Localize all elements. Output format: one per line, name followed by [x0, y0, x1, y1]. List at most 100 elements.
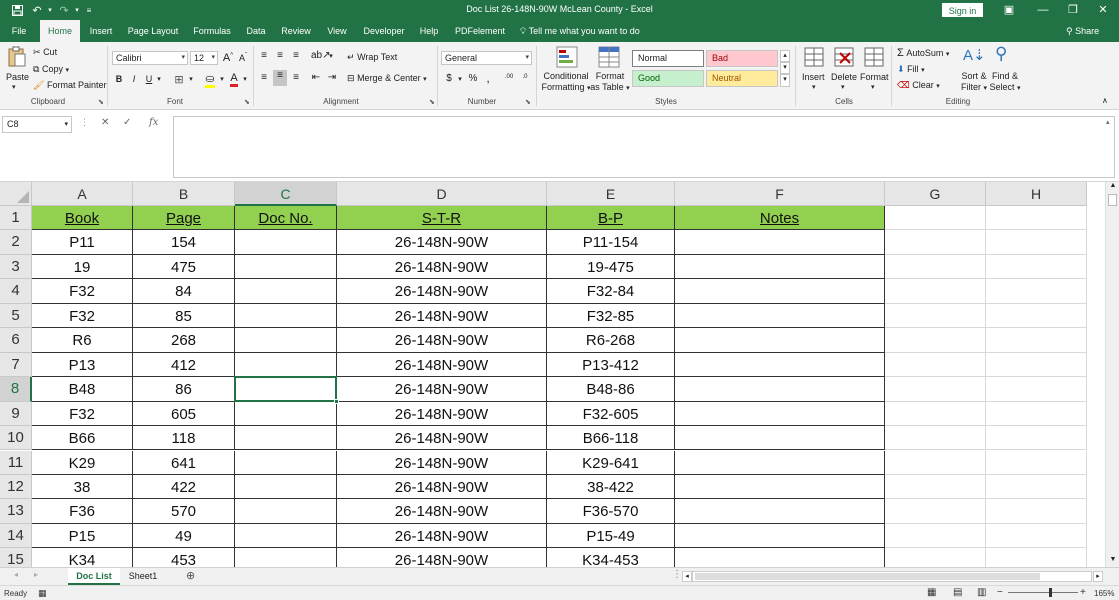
format-as-table-icon[interactable] — [598, 46, 620, 68]
paste-label[interactable]: Paste — [6, 72, 29, 82]
cell-h2[interactable] — [986, 230, 1087, 255]
close-icon[interactable]: ✕ — [1086, 0, 1119, 20]
sign-in-button[interactable]: Sign in — [942, 3, 983, 17]
fill-handle[interactable] — [334, 398, 339, 404]
font-launcher-icon[interactable]: ⬊ — [244, 98, 250, 106]
row-header-4[interactable]: 4 — [0, 279, 32, 304]
tab-insert[interactable]: Insert — [86, 20, 116, 42]
cell-h4[interactable] — [986, 279, 1087, 304]
cell-f2[interactable] — [675, 230, 885, 255]
tab-view[interactable]: View — [322, 20, 352, 42]
page-layout-view-icon[interactable]: ▤ — [953, 587, 962, 598]
insert-function-icon[interactable]: fx — [149, 117, 158, 128]
column-header-d[interactable]: D — [337, 182, 547, 206]
expand-formula-bar-icon[interactable]: ▴ — [1106, 118, 1110, 126]
zoom-slider-thumb[interactable] — [1049, 588, 1052, 597]
cell-b2[interactable]: 154 — [133, 230, 235, 255]
style-good[interactable]: Good — [632, 70, 704, 87]
header-cell-a1[interactable]: Book — [32, 206, 133, 231]
scrollbar-thumb[interactable] — [695, 573, 1040, 580]
cell-d8[interactable]: 26-148N-90W — [337, 377, 547, 402]
customize-quick-access-icon[interactable]: ≡ — [84, 2, 94, 18]
cell-g11[interactable] — [885, 450, 986, 475]
cell-a4[interactable]: F32 — [32, 279, 133, 304]
vertical-scrollbar[interactable]: ▲ ▼ — [1105, 182, 1119, 567]
insert-button[interactable]: Insert — [802, 72, 825, 82]
percent-button[interactable]: % — [467, 73, 479, 84]
cell-d10[interactable]: 26-148N-90W — [337, 426, 547, 451]
collapse-ribbon-icon[interactable]: ∧ — [1102, 96, 1108, 105]
sort-filter-icon[interactable]: A⇣ — [963, 46, 986, 64]
cell-b13[interactable]: 570 — [133, 499, 235, 524]
conditional-formatting-icon[interactable] — [556, 46, 578, 68]
cell-b7[interactable]: 412 — [133, 352, 235, 378]
tab-file[interactable]: File — [6, 20, 32, 42]
cell-c13[interactable] — [235, 499, 337, 524]
cell-c12[interactable] — [235, 474, 337, 500]
cell-b4[interactable]: 84 — [133, 279, 235, 304]
scrollbar-thumb[interactable] — [1108, 194, 1117, 206]
currency-dropdown-icon[interactable]: ▾ — [456, 75, 464, 83]
cell-h7[interactable] — [986, 352, 1087, 378]
cell-d7[interactable]: 26-148N-90W — [337, 352, 547, 378]
decrease-decimal-button[interactable]: .0 — [519, 74, 531, 80]
delete-cells-icon[interactable] — [834, 47, 854, 67]
delete-dropdown-icon[interactable]: ▾ — [841, 83, 845, 91]
select-all-corner[interactable] — [0, 182, 32, 206]
tab-split-icon[interactable]: ⋮ — [672, 569, 682, 580]
align-center-icon[interactable]: ≡ — [273, 70, 287, 86]
find-select-button[interactable]: Find & Select ▾ — [988, 71, 1022, 94]
increase-font-button[interactable]: A^ — [222, 52, 234, 64]
cell-f13[interactable] — [675, 499, 885, 524]
number-launcher-icon[interactable]: ⬊ — [525, 98, 531, 106]
tab-page-layout[interactable]: Page Layout — [124, 20, 182, 42]
previous-sheet-icon[interactable]: ◂ — [14, 570, 18, 579]
cell-a12[interactable]: 38 — [32, 474, 133, 500]
cell-e11[interactable]: K29-641 — [547, 450, 675, 475]
cell-g13[interactable] — [885, 499, 986, 524]
tab-review[interactable]: Review — [278, 20, 314, 42]
row-header-1[interactable]: 1 — [0, 206, 32, 231]
underline-button[interactable]: U — [144, 74, 154, 84]
column-header-g[interactable]: G — [885, 182, 986, 206]
cell-e9[interactable]: F32-605 — [547, 401, 675, 427]
cell-f3[interactable] — [675, 254, 885, 280]
cell-h14[interactable] — [986, 523, 1087, 549]
column-header-e[interactable]: E — [547, 182, 675, 206]
minimize-icon[interactable]: — — [1026, 0, 1060, 20]
cell-f4[interactable] — [675, 279, 885, 304]
cell-a11[interactable]: K29 — [32, 450, 133, 475]
row-header-6[interactable]: 6 — [0, 328, 32, 353]
cell-a15[interactable]: K34 — [32, 548, 133, 567]
styles-scroll-up-icon[interactable]: ▴ — [780, 50, 790, 62]
tab-pdfelement[interactable]: PDFelement — [450, 20, 510, 42]
styles-more-icon[interactable]: ▾ — [780, 74, 790, 87]
undo-dropdown-icon[interactable]: ▾ — [46, 2, 54, 18]
header-cell-d1[interactable]: S-T-R — [337, 206, 547, 231]
column-header-f[interactable]: F — [675, 182, 885, 206]
orientation-dropdown-icon[interactable]: ▾ — [327, 52, 335, 60]
cell-b8[interactable]: 86 — [133, 377, 235, 402]
orientation-icon[interactable]: ab↗ — [311, 50, 331, 61]
cell-h6[interactable] — [986, 328, 1087, 353]
name-box[interactable]: C8 ▾ — [2, 116, 72, 133]
cell-e15[interactable]: K34-453 — [547, 548, 675, 567]
save-icon[interactable] — [10, 2, 24, 18]
share-button[interactable]: ⚲ Share — [1066, 20, 1099, 42]
cell-d2[interactable]: 26-148N-90W — [337, 230, 547, 255]
cell-c5[interactable] — [235, 303, 337, 329]
cell-a5[interactable]: F32 — [32, 303, 133, 329]
undo-icon[interactable]: ↶ — [30, 2, 44, 18]
cell-d3[interactable]: 26-148N-90W — [337, 254, 547, 280]
row-header-8[interactable]: 8 — [0, 377, 32, 402]
row-header-13[interactable]: 13 — [0, 499, 32, 524]
cell-c10[interactable] — [235, 426, 337, 451]
paste-dropdown-icon[interactable]: ▾ — [12, 83, 16, 91]
header-cell-f1[interactable]: Notes — [675, 206, 885, 231]
header-cell-h1[interactable] — [986, 206, 1087, 231]
cell-f10[interactable] — [675, 426, 885, 451]
tab-help[interactable]: Help — [416, 20, 442, 42]
cell-f8[interactable] — [675, 377, 885, 402]
cell-d14[interactable]: 26-148N-90W — [337, 523, 547, 549]
row-header-12[interactable]: 12 — [0, 474, 32, 500]
